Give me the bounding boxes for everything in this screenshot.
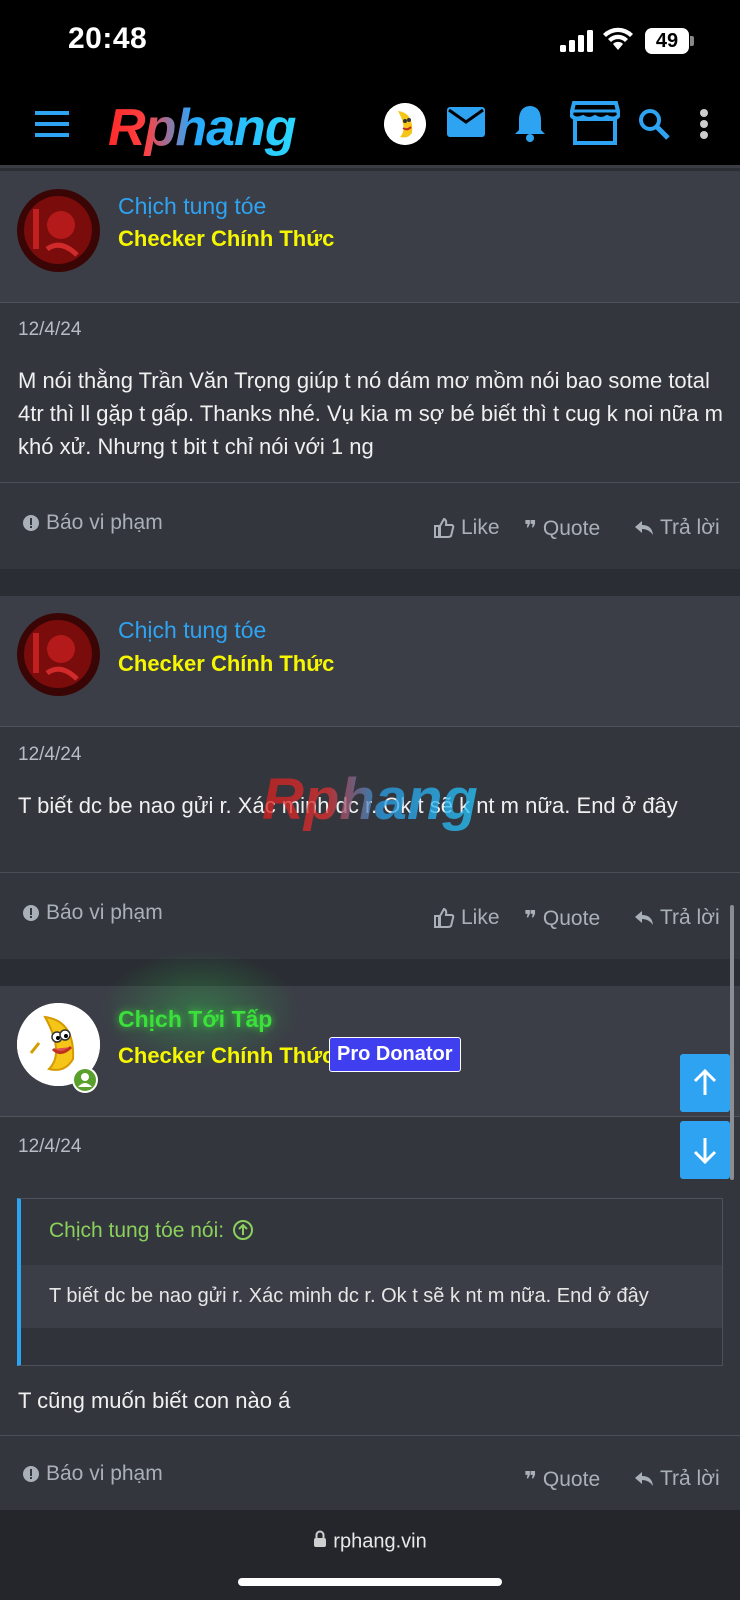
quote-text: T biết dc be nao gửi r. Xác minh dc r. O… [21, 1265, 722, 1328]
store-icon[interactable] [570, 100, 620, 146]
quote-label: Quote [542, 517, 601, 540]
status-time: 20:48 [68, 22, 148, 55]
quote-icon: ❞ [524, 516, 537, 541]
post-date[interactable]: 12/4/24 [18, 319, 81, 341]
post-date[interactable]: 12/4/24 [18, 1136, 81, 1158]
lock-icon [313, 1530, 327, 1554]
user-rank-title: Checker Chính Thức [118, 651, 335, 676]
quote-button[interactable]: ❞ Quote [524, 906, 600, 932]
reply-arrow-icon [635, 911, 653, 925]
jump-to-quote-icon[interactable] [232, 1219, 254, 1241]
thumbs-up-icon [434, 907, 455, 928]
quote-author[interactable]: Chịch tung tóe nói: [49, 1219, 224, 1243]
post-message: T biết dc be nao gửi r. Xác minh dc r. O… [18, 793, 678, 818]
post-message: T cũng muốn biết con nào á [18, 1388, 291, 1413]
reply-arrow-icon [635, 1472, 653, 1486]
post-divider [0, 872, 740, 873]
post-separator [0, 569, 740, 596]
reply-label: Trả lời [660, 516, 720, 539]
quote-button[interactable]: ❞ Quote [524, 1467, 600, 1493]
post-divider [0, 482, 740, 483]
quote-label: Quote [542, 907, 601, 930]
alert-icon [23, 515, 39, 531]
hamburger-menu-icon[interactable] [34, 106, 70, 142]
report-label: Báo vi phạm [46, 1462, 163, 1485]
mail-icon[interactable] [446, 104, 486, 140]
quote-label: Quote [542, 1468, 601, 1491]
like-label: Like [461, 516, 500, 539]
notification-bell-icon[interactable] [510, 102, 550, 144]
quote-header[interactable]: Chịch tung tóe nói: [21, 1199, 722, 1265]
quote-button[interactable]: ❞ Quote [524, 516, 600, 542]
arrow-down-icon [693, 1138, 717, 1164]
more-options-icon[interactable] [694, 106, 714, 142]
home-indicator[interactable] [238, 1578, 502, 1586]
quote-icon: ❞ [524, 906, 537, 931]
report-button[interactable]: Báo vi phạm [22, 901, 163, 925]
quote-block: Chịch tung tóe nói: T biết dc be nao gửi… [17, 1198, 723, 1366]
post-username[interactable]: Chịch tung tóe [118, 193, 266, 220]
scroll-to-top-button[interactable] [680, 1054, 730, 1112]
url-bar[interactable]: rphang.vin [0, 1530, 740, 1554]
site-logo[interactable]: Rphang [108, 98, 297, 158]
post-date[interactable]: 12/4/24 [18, 744, 81, 766]
reply-label: Trả lời [660, 1467, 720, 1490]
user-avatar-banana[interactable] [384, 103, 426, 145]
online-status-icon [72, 1067, 98, 1093]
scrollbar[interactable] [730, 905, 734, 1180]
wifi-icon [603, 27, 633, 50]
report-label: Báo vi phạm [46, 511, 163, 534]
like-label: Like [461, 906, 500, 929]
user-avatar[interactable] [17, 613, 100, 696]
thumbs-up-icon [434, 517, 455, 538]
report-label: Báo vi phạm [46, 901, 163, 924]
reply-arrow-icon [635, 521, 653, 535]
user-avatar[interactable] [17, 189, 100, 272]
browser-bottom-bar [0, 1510, 740, 1600]
post-username[interactable]: Chịch Tới Tấp [118, 1006, 272, 1033]
post-divider [0, 1435, 740, 1436]
post-header: Chịch tung tóe Checker Chính Thức [0, 596, 740, 727]
report-button[interactable]: Báo vi phạm [22, 511, 163, 535]
user-rank-title: Checker Chính Thức [118, 226, 335, 251]
reply-button[interactable]: Trả lời [634, 1467, 720, 1491]
reply-button[interactable]: Trả lời [634, 516, 720, 540]
alert-icon [23, 905, 39, 921]
pro-donator-badge: Pro Donator [329, 1037, 461, 1072]
reply-label: Trả lời [660, 906, 720, 929]
post-username[interactable]: Chịch tung tóe [118, 617, 266, 644]
report-button[interactable]: Báo vi phạm [22, 1462, 163, 1486]
user-rank-title: Checker Chính Thức [118, 1043, 335, 1068]
post-header: Chịch tung tóe Checker Chính Thức [0, 171, 740, 303]
arrow-up-icon [693, 1069, 717, 1095]
post-separator [0, 959, 740, 986]
alert-icon [23, 1466, 39, 1482]
quote-icon: ❞ [524, 1467, 537, 1492]
like-button[interactable]: Like [433, 906, 500, 930]
cellular-signal-icon [560, 30, 593, 52]
battery-tip [690, 36, 694, 46]
battery-indicator: 49 [645, 28, 689, 54]
post-card: Chịch tung tóe Checker Chính Thức 12/4/2… [0, 596, 740, 959]
scroll-to-bottom-button[interactable] [680, 1121, 730, 1179]
post-card: Chịch tung tóe Checker Chính Thức 12/4/2… [0, 171, 740, 569]
reply-button[interactable]: Trả lời [634, 906, 720, 930]
like-button[interactable]: Like [433, 516, 500, 540]
search-icon[interactable] [636, 106, 672, 142]
post-message: M nói thằng Trần Văn Trọng giúp t nó dám… [18, 368, 724, 459]
url-text: rphang.vin [333, 1530, 427, 1553]
